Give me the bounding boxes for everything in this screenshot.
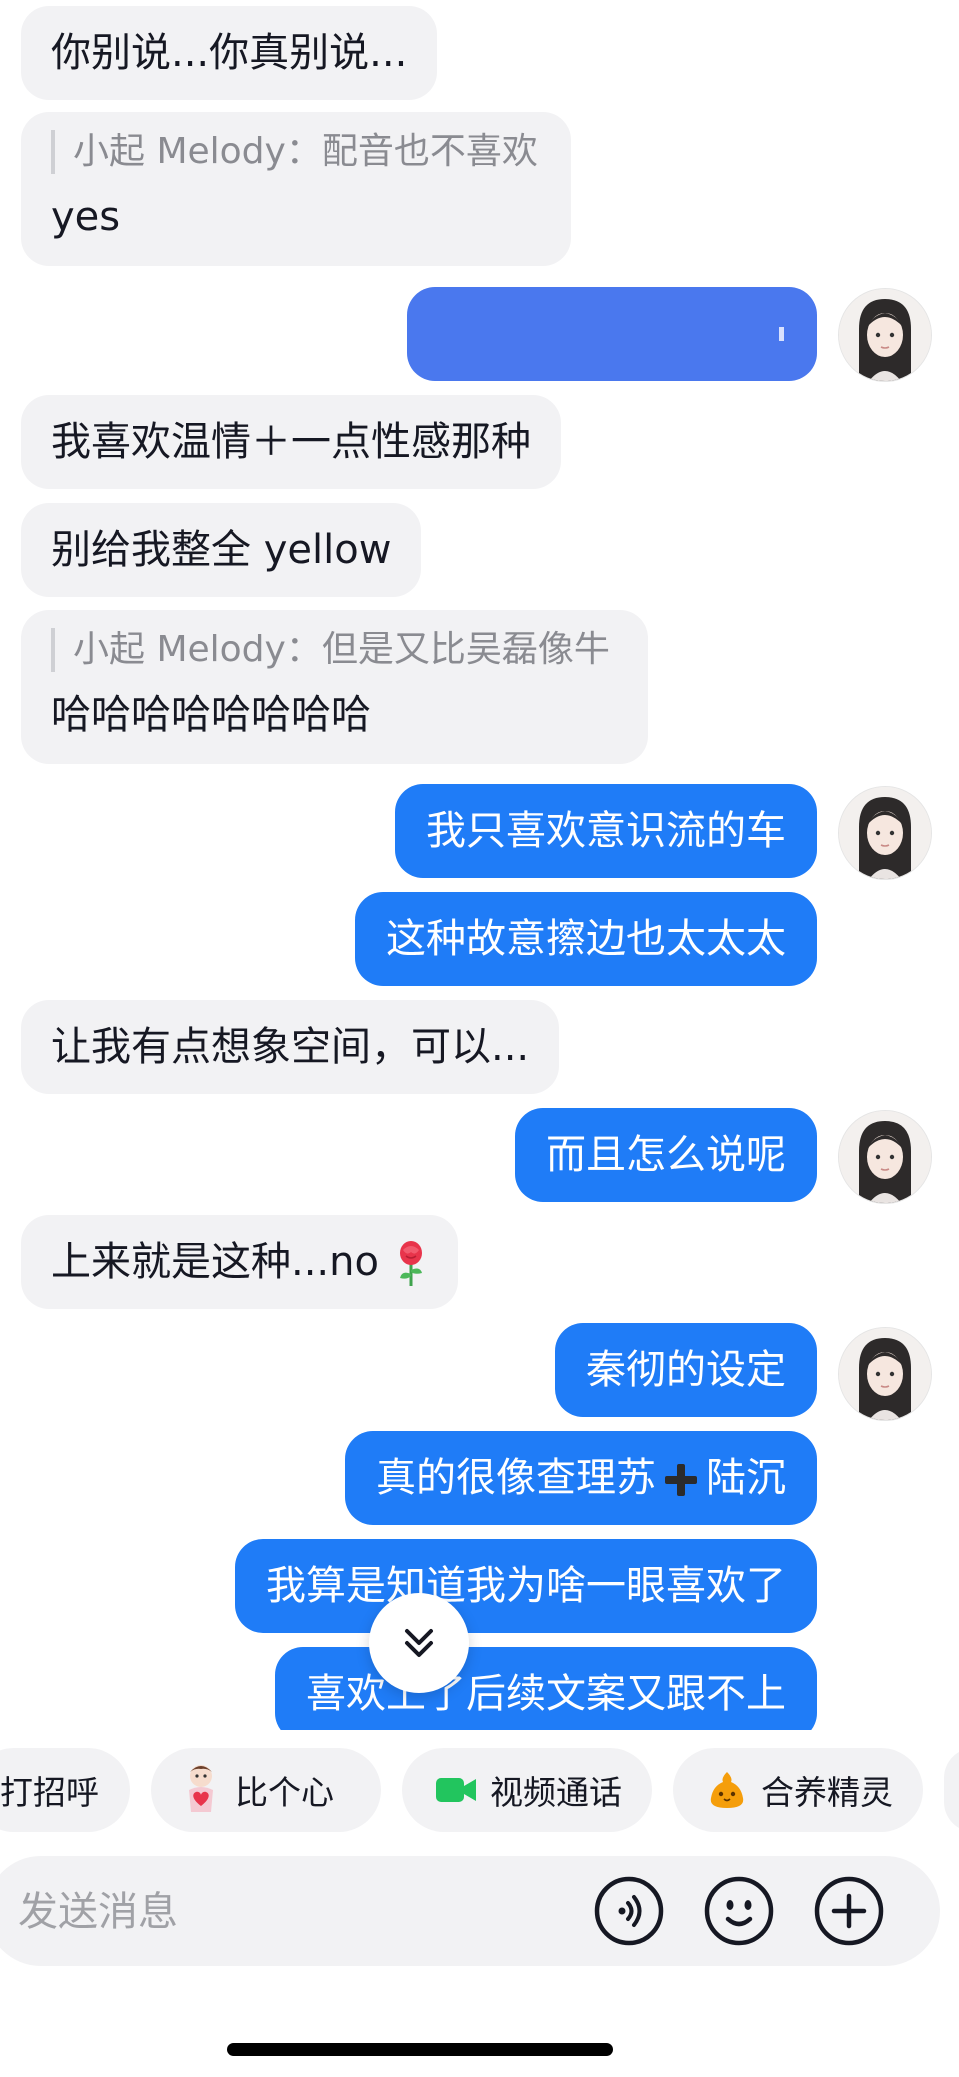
avatar-portrait-icon <box>839 1328 931 1420</box>
plus-circle-icon <box>814 1876 884 1946</box>
outgoing-message-redacted[interactable] <box>407 287 817 381</box>
rose-emoji-icon <box>399 1241 422 1286</box>
message-text: 我只喜欢意识流的车 <box>426 808 786 854</box>
outgoing-message[interactable]: 我只喜欢意识流的车 <box>395 784 817 878</box>
message-input[interactable] <box>16 1856 580 1968</box>
user-avatar[interactable] <box>838 288 932 382</box>
message-text: 秦彻的设定 <box>586 1347 786 1393</box>
avatar-portrait-icon <box>839 289 931 381</box>
avatar-portrait-icon <box>839 1111 931 1203</box>
chip-more-clipped[interactable] <box>944 1748 959 1832</box>
voice-wave-icon <box>594 1876 664 1946</box>
outgoing-message[interactable]: 而且怎么说呢 <box>515 1108 817 1202</box>
avatar-portrait-icon <box>839 787 931 879</box>
user-avatar[interactable] <box>838 1327 932 1421</box>
home-indicator[interactable] <box>227 2043 613 2056</box>
chip-label: 打招呼 <box>0 1773 99 1812</box>
more-actions-button[interactable] <box>814 1876 884 1946</box>
message-text: 真的很像查理苏 <box>376 1455 656 1501</box>
smiley-face-icon <box>704 1876 774 1946</box>
chip-label: 视频通话 <box>490 1773 622 1812</box>
message-text: 我算是知道我为啥一眼喜欢了 <box>266 1563 786 1609</box>
incoming-message[interactable]: 我喜欢温情＋一点性感那种 <box>21 395 561 489</box>
message-text: 哈哈哈哈哈哈哈哈 <box>51 692 371 738</box>
message-text: 陆沉 <box>706 1455 786 1501</box>
incoming-message[interactable]: 让我有点想象空间，可以... <box>21 1000 560 1094</box>
redaction-mark <box>779 327 784 341</box>
video-camera-icon <box>434 1774 478 1806</box>
quoted-reference: 小起 Melody：但是又比吴磊像牛 <box>51 628 618 672</box>
scroll-to-bottom-button[interactable] <box>369 1593 469 1693</box>
quoted-reference: 小起 Melody：配音也不喜欢 <box>51 130 541 174</box>
message-text: 让我有点想象空间，可以... <box>51 1024 530 1070</box>
outgoing-message[interactable]: 我算是知道我为啥一眼喜欢了 <box>235 1539 817 1633</box>
chip-label: 比个心 <box>235 1773 334 1812</box>
plus-emoji-icon <box>665 1464 697 1496</box>
chip-video-call[interactable]: 视频通话 <box>402 1748 652 1832</box>
user-avatar[interactable] <box>838 1110 932 1204</box>
sprite-mascot-icon <box>705 1768 749 1812</box>
chip-raise-sprite[interactable]: 合养精灵 <box>673 1748 923 1832</box>
incoming-quoted-message[interactable]: 小起 Melody：配音也不喜欢 yes <box>21 112 571 266</box>
incoming-message[interactable]: 你别说...你真别说... <box>21 6 438 100</box>
message-text: 你别说...你真别说... <box>51 30 408 76</box>
quick-action-bar[interactable]: 打招呼 比个心 视频通话 合养精灵 <box>0 1748 959 1832</box>
chip-heart[interactable]: 比个心 <box>151 1748 381 1832</box>
message-text: yes <box>51 194 121 240</box>
heart-sticker-icon <box>179 1762 223 1818</box>
message-text: 上来就是这种...no <box>51 1239 379 1285</box>
outgoing-message[interactable]: 喜欢上了后续文案又跟不上 <box>275 1647 817 1730</box>
incoming-quoted-message[interactable]: 小起 Melody：但是又比吴磊像牛 哈哈哈哈哈哈哈哈 <box>21 610 648 764</box>
outgoing-message[interactable]: 真的很像查理苏 陆沉 <box>345 1431 817 1525</box>
message-composer[interactable] <box>0 1856 940 1968</box>
user-avatar[interactable] <box>838 786 932 880</box>
message-text: 这种故意擦边也太太太 <box>386 916 786 962</box>
emoji-button[interactable] <box>704 1876 774 1946</box>
message-text: 喜欢上了后续文案又跟不上 <box>306 1671 786 1717</box>
voice-input-button[interactable] <box>594 1876 664 1946</box>
outgoing-message[interactable]: 秦彻的设定 <box>555 1323 817 1417</box>
chip-greet[interactable]: 打招呼 <box>0 1748 130 1832</box>
message-text: 别给我整全 yellow <box>51 527 392 573</box>
chip-label: 合养精灵 <box>761 1773 893 1812</box>
message-text: 我喜欢温情＋一点性感那种 <box>51 419 531 465</box>
incoming-message[interactable]: 上来就是这种...no <box>21 1215 458 1309</box>
incoming-message[interactable]: 别给我整全 yellow <box>21 503 422 597</box>
double-chevron-down-icon <box>405 1629 433 1657</box>
message-text: 而且怎么说呢 <box>546 1132 786 1178</box>
chat-message-list[interactable]: 你别说...你真别说... 小起 Melody：配音也不喜欢 yes 我喜欢温情… <box>0 0 959 1730</box>
outgoing-message[interactable]: 这种故意擦边也太太太 <box>355 892 817 986</box>
